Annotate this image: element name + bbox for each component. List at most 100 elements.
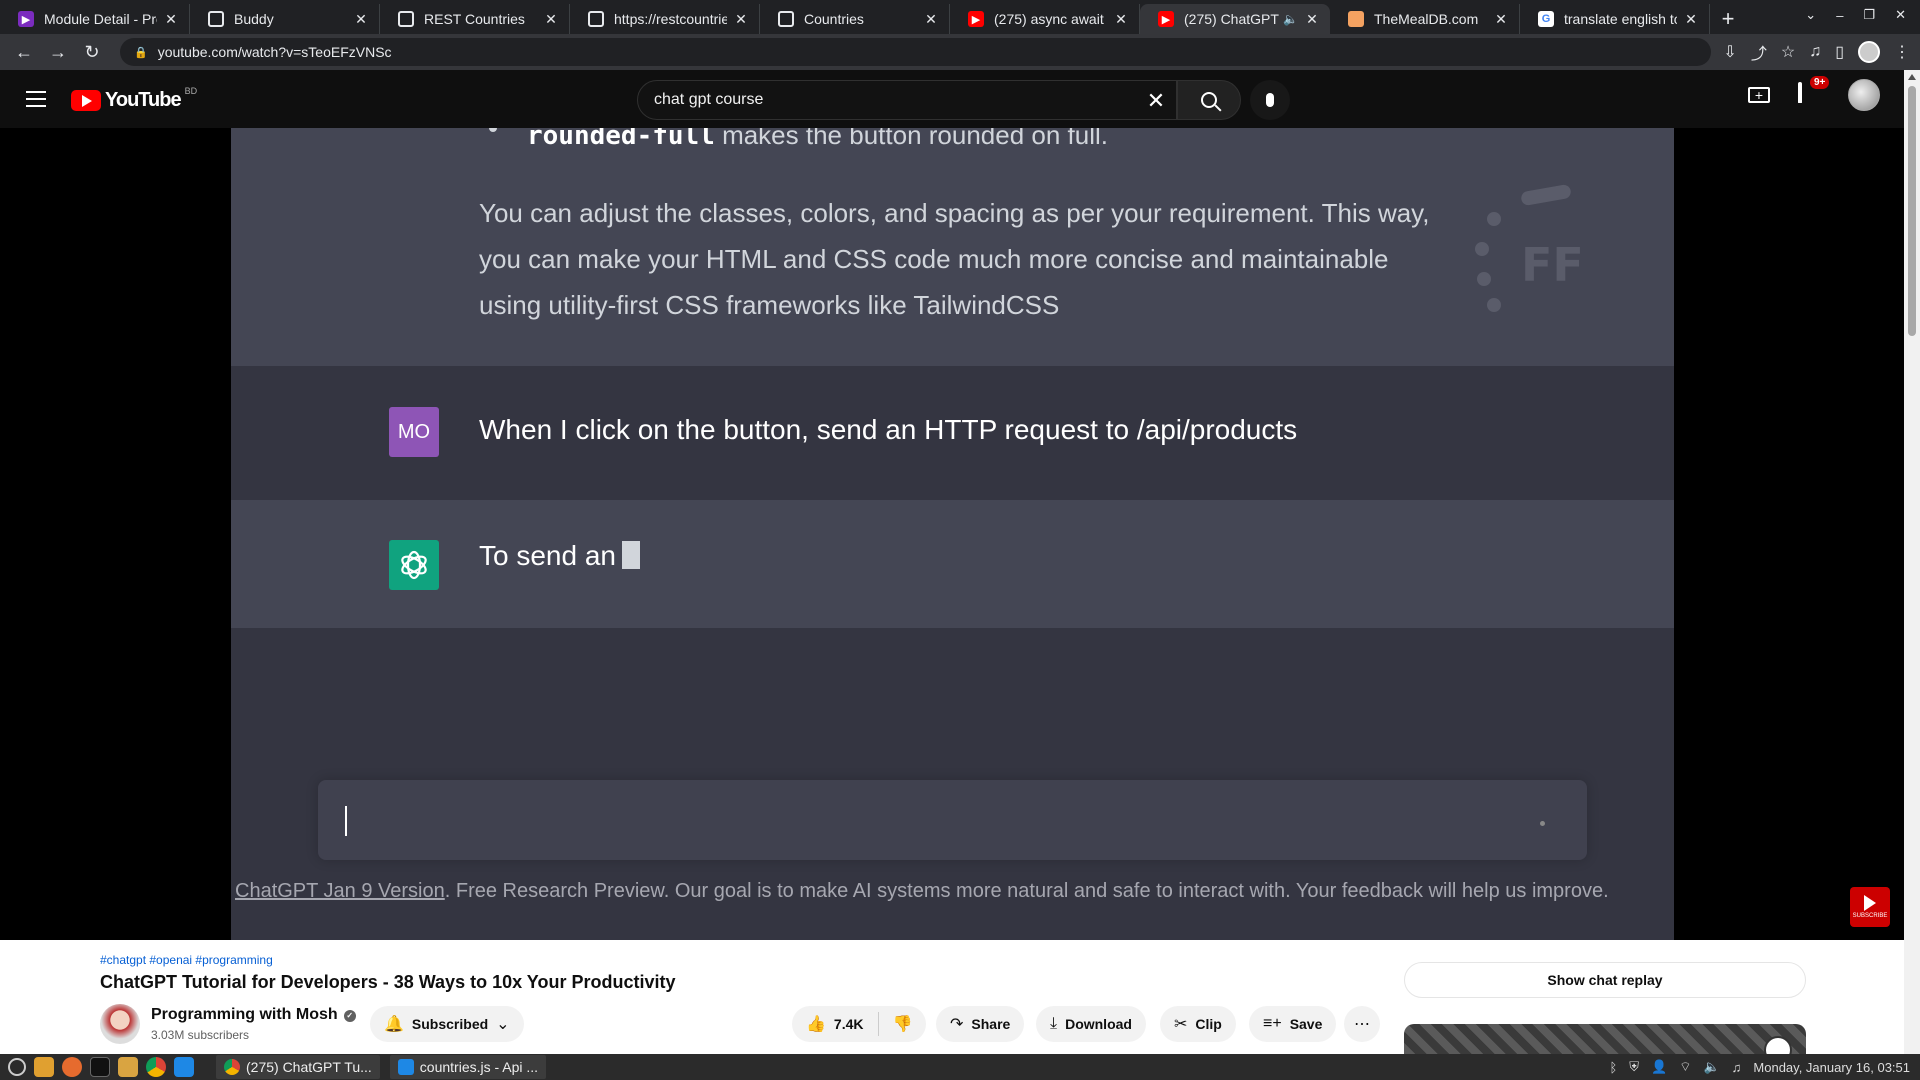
show-chat-replay-button[interactable]: Show chat replay: [1404, 962, 1806, 998]
channel-avatar[interactable]: [100, 1004, 140, 1044]
save-button[interactable]: ≡+ Save: [1249, 1006, 1337, 1042]
terminal-icon[interactable]: [90, 1057, 110, 1077]
user-icon[interactable]: 👤: [1651, 1059, 1667, 1075]
wifi-icon[interactable]: ⌔: [1679, 1059, 1691, 1075]
notification-badge: 9+: [1810, 76, 1830, 89]
close-icon[interactable]: ✕: [1113, 11, 1129, 27]
firefox-icon[interactable]: [62, 1057, 82, 1077]
browser-tab[interactable]: Buddy ✕: [190, 4, 380, 34]
tab-title: Countries: [804, 11, 864, 27]
download-button[interactable]: ⤓ Download: [1036, 1006, 1146, 1042]
file-manager-icon[interactable]: [34, 1057, 54, 1077]
recommended-thumbnail[interactable]: [1404, 1024, 1806, 1064]
download-icon: ⤓: [1050, 1015, 1058, 1032]
chrome-icon[interactable]: [146, 1057, 166, 1077]
bookmark-star-icon[interactable]: ☆: [1781, 42, 1795, 62]
search-input[interactable]: chat gpt course ✕: [637, 80, 1177, 120]
voice-search-button[interactable]: [1250, 80, 1290, 120]
like-count[interactable]: 7.4K: [834, 1016, 864, 1032]
hashtag-links[interactable]: #chatgpt #openai #programming: [100, 953, 273, 967]
taskbar-window-chrome[interactable]: (275) ChatGPT Tu...: [216, 1055, 380, 1079]
window-controls: ⌄ – ❐ ✕: [1805, 0, 1920, 30]
media-control-icon[interactable]: ♫: [1809, 43, 1821, 61]
microphone-icon: [1266, 93, 1274, 107]
close-icon[interactable]: ✕: [1304, 11, 1320, 27]
subscribed-button[interactable]: 🔔 Subscribed ⌄: [370, 1006, 524, 1042]
notifications-bell-icon[interactable]: 9+: [1798, 76, 1830, 106]
close-icon[interactable]: ✕: [1683, 11, 1699, 27]
close-icon[interactable]: ✕: [1493, 11, 1509, 27]
browser-toolbar: ← → ↻ 🔒 youtube.com/watch?v=sTeoEFzVNSc …: [0, 34, 1920, 70]
clock[interactable]: Monday, January 16, 03:51: [1753, 1060, 1910, 1075]
youtube-logo[interactable]: YouTube BD: [71, 86, 197, 112]
divider: [877, 1012, 879, 1036]
video-meta-section: #chatgpt #openai #programming ChatGPT Tu…: [0, 940, 1904, 1064]
close-icon[interactable]: ✕: [163, 11, 179, 27]
code-fragment-rest: makes the button rounded on full.: [714, 128, 1108, 150]
reload-icon[interactable]: ↻: [78, 38, 106, 66]
tab-search-icon[interactable]: ⌄: [1805, 7, 1816, 23]
restore-icon[interactable]: ❐: [1863, 7, 1875, 23]
thumbs-down-icon[interactable]: 👎: [893, 1014, 913, 1034]
chatgpt-screen: rounded-full makes the button rounded on…: [231, 128, 1674, 940]
shield-icon[interactable]: ⛨: [1629, 1059, 1639, 1075]
profile-avatar[interactable]: [1858, 41, 1880, 63]
close-icon[interactable]: ✕: [733, 11, 749, 27]
lock-icon[interactable]: 🔒: [134, 46, 148, 59]
browser-tab[interactable]: ▶ Module Detail - Progr ✕: [0, 4, 190, 34]
video-player[interactable]: rounded-full makes the button rounded on…: [0, 128, 1904, 940]
address-bar[interactable]: 🔒 youtube.com/watch?v=sTeoEFzVNSc: [120, 38, 1712, 66]
clear-search-icon[interactable]: ✕: [1144, 88, 1168, 113]
music-icon[interactable]: ♫: [1732, 1060, 1742, 1075]
browser-tab[interactable]: TheMealDB.com ✕: [1330, 4, 1520, 34]
share-icon[interactable]: ⤴: [1751, 40, 1767, 64]
vscode-icon[interactable]: [174, 1057, 194, 1077]
browser-tab[interactable]: REST Countries ✕: [380, 4, 570, 34]
close-window-icon[interactable]: ✕: [1895, 7, 1906, 23]
save-label: Save: [1289, 1016, 1323, 1032]
bluetooth-icon[interactable]: ᛒ: [1609, 1060, 1617, 1075]
verified-check-icon: ✓: [343, 1010, 356, 1022]
subscribe-watermark[interactable]: SUBSCRIBE: [1850, 887, 1890, 927]
menu-kebab-icon[interactable]: ⋮: [1894, 42, 1910, 62]
close-icon[interactable]: ✕: [923, 11, 939, 27]
clip-button[interactable]: ✂ Clip: [1160, 1006, 1236, 1042]
search-icon: [1201, 92, 1217, 108]
browser-tab[interactable]: Countries ✕: [760, 4, 950, 34]
minimize-icon[interactable]: –: [1836, 8, 1843, 23]
taskbar-window-vscode[interactable]: countries.js - Api ...: [389, 1055, 547, 1079]
url-text: youtube.com/watch?v=sTeoEFzVNSc: [157, 44, 392, 60]
share-button[interactable]: ↷ Share: [936, 1006, 1025, 1042]
account-avatar[interactable]: [1848, 79, 1880, 111]
install-icon[interactable]: ⇩: [1723, 42, 1736, 62]
close-icon[interactable]: ✕: [353, 11, 369, 27]
forward-icon[interactable]: →: [44, 38, 72, 66]
user-message-row: MO When I click on the button, send an H…: [231, 366, 1674, 500]
scroll-up-icon[interactable]: [1908, 74, 1916, 80]
back-icon[interactable]: ←: [10, 38, 38, 66]
side-panel-icon[interactable]: ▯: [1835, 42, 1844, 62]
youtube-icon: ▶: [968, 11, 984, 27]
thumbs-up-icon[interactable]: 👍: [806, 1014, 826, 1034]
browser-tab-active[interactable]: ▶ (275) ChatGPT Tu 🔈 ✕: [1140, 4, 1330, 34]
search-button[interactable]: [1177, 80, 1241, 120]
folder-icon[interactable]: [118, 1057, 138, 1077]
tab-title: REST Countries: [424, 11, 525, 27]
create-video-icon[interactable]: +: [1748, 87, 1770, 103]
hamburger-menu-icon[interactable]: [24, 87, 48, 111]
browser-tab[interactable]: ▶ (275) async await java ✕: [950, 4, 1140, 34]
close-icon[interactable]: ✕: [543, 11, 559, 27]
volume-icon[interactable]: 🔈: [1703, 1059, 1719, 1075]
browser-tab[interactable]: https://restcountries ✕: [570, 4, 760, 34]
page-scrollbar[interactable]: [1904, 70, 1920, 1054]
channel-name[interactable]: Programming with Mosh ✓: [151, 1006, 356, 1024]
more-actions-button[interactable]: ⋯: [1344, 1006, 1380, 1042]
start-menu-icon[interactable]: [8, 1058, 26, 1076]
system-tray: ᛒ ⛨ 👤 ⌔ 🔈 ♫ Monday, January 16, 03:51: [1609, 1054, 1910, 1080]
scrollbar-thumb[interactable]: [1908, 86, 1916, 336]
browser-tab[interactable]: G translate english to b ✕: [1520, 4, 1710, 34]
speaker-icon[interactable]: 🔈: [1283, 12, 1298, 26]
logo-text: YouTube: [105, 89, 182, 111]
subscribe-label: Subscribed: [411, 1016, 489, 1032]
new-tab-button[interactable]: +: [1710, 4, 1746, 34]
